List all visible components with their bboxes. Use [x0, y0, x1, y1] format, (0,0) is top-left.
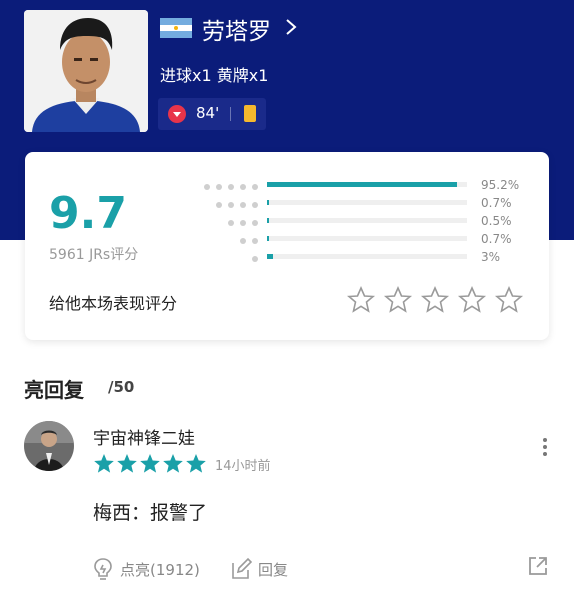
- comment-username[interactable]: 宇宙神锋二娃: [93, 424, 195, 449]
- distribution-row-5: 95.2%: [203, 178, 533, 196]
- filled-star-icon: [186, 454, 206, 473]
- rate-star-5-icon: [494, 286, 524, 313]
- player-stats: 进球x1 黄牌x1: [160, 66, 269, 85]
- comment-text: 梅西：报警了: [93, 502, 208, 524]
- distribution-row-1: 3%: [203, 250, 533, 268]
- substitution-minute: 84': [196, 104, 220, 122]
- distribution-percent: 0.5%: [481, 214, 512, 228]
- distribution-row-3: 0.5%: [203, 214, 533, 232]
- distribution-percent: 3%: [481, 250, 501, 264]
- reply-label: 回复: [258, 561, 289, 579]
- distribution-row-4: 0.7%: [203, 196, 533, 214]
- rate-star-4-icon: [457, 286, 487, 313]
- four-star-icon: [216, 202, 258, 208]
- five-star-icon: [204, 184, 258, 190]
- substitution-off-icon: [168, 105, 186, 123]
- filled-star-icon: [94, 454, 114, 473]
- raters-count: 5961 JRs评分: [49, 247, 139, 263]
- section-title: 亮回复: [24, 378, 84, 402]
- light-up-label: 点亮(1912): [120, 561, 200, 579]
- distribution-track: [267, 218, 467, 223]
- rate-star-2-icon: [383, 286, 413, 313]
- distribution-fill: [267, 200, 269, 205]
- distribution-track: [267, 254, 467, 259]
- distribution-fill: [267, 236, 269, 241]
- one-star-icon: [252, 256, 258, 262]
- distribution-fill: [267, 254, 273, 259]
- badge-divider: [230, 107, 231, 121]
- three-star-icon: [228, 220, 258, 226]
- average-score: 9.7: [49, 188, 127, 239]
- distribution-fill: [267, 182, 458, 187]
- avatar[interactable]: [24, 421, 74, 471]
- player-name[interactable]: 劳塔罗: [202, 12, 271, 46]
- rate-star-3-icon: [420, 286, 450, 313]
- two-star-icon: [240, 238, 258, 244]
- distribution-row-2: 0.7%: [203, 232, 533, 250]
- filled-star-icon: [117, 454, 137, 473]
- lightbulb-icon: [94, 558, 112, 580]
- section-count: /50: [108, 378, 135, 396]
- rate-stars-input[interactable]: [347, 286, 525, 314]
- filled-star-icon: [140, 454, 160, 473]
- distribution-percent: 95.2%: [481, 178, 520, 192]
- distribution-track: [267, 236, 467, 241]
- comment-rating-stars: [94, 454, 206, 473]
- edit-icon: [232, 557, 252, 579]
- distribution-track: [267, 200, 467, 205]
- distribution-fill: [267, 218, 269, 223]
- rating-card: 9.7 5961 JRs评分 95.2% 0.7% 0.5% 0.7% 3% 给…: [25, 152, 549, 340]
- more-options-icon[interactable]: [536, 436, 554, 458]
- argentina-flag-icon: [160, 18, 192, 38]
- rate-star-1-icon: [347, 286, 376, 313]
- rating-distribution: 95.2% 0.7% 0.5% 0.7% 3%: [203, 178, 533, 268]
- player-photo: [24, 10, 148, 132]
- distribution-percent: 0.7%: [481, 232, 512, 246]
- comment-time: 14小时前: [215, 459, 271, 474]
- filled-star-icon: [163, 454, 183, 473]
- chevron-right-icon[interactable]: [283, 16, 299, 38]
- distribution-percent: 0.7%: [481, 196, 512, 210]
- distribution-track: [267, 182, 467, 187]
- yellow-card-icon: [244, 105, 256, 122]
- rate-prompt: 给他本场表现评分: [49, 294, 178, 313]
- match-events-badge: 84': [158, 98, 266, 130]
- share-icon[interactable]: [528, 556, 548, 576]
